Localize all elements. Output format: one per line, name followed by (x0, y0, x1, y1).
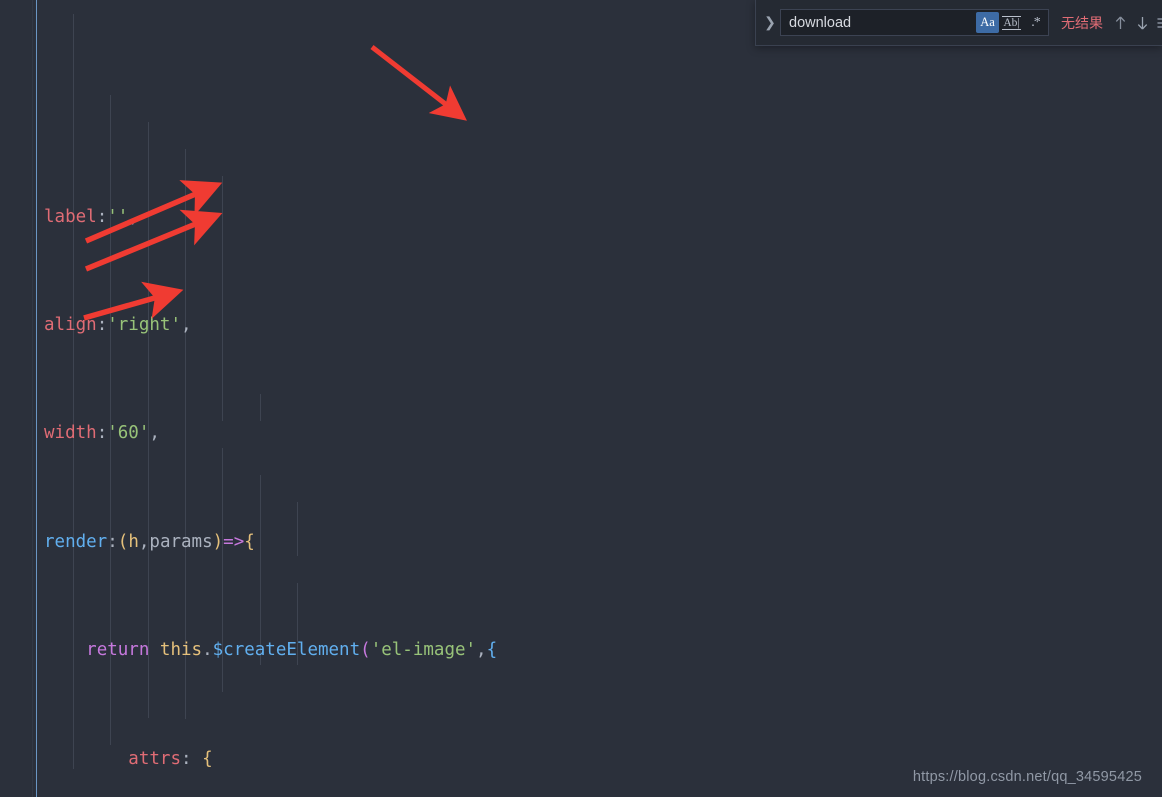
code-line[interactable]: width:'60', (0, 420, 1162, 447)
arrow-down-icon (1137, 16, 1147, 29)
watermark-url: https://blog.csdn.net/qq_34595425 (912, 769, 1142, 785)
find-status-text: 无结果 (1061, 15, 1103, 32)
code-line[interactable]: return this.$createElement('el-image',{ (0, 637, 1162, 664)
match-case-toggle[interactable]: Aa (976, 12, 999, 33)
chevron-right-icon[interactable]: ❯ (760, 0, 780, 45)
code-editor[interactable]: prop:'}' label:'', align:'right', width:… (0, 0, 1162, 797)
use-regex-toggle[interactable]: .* (1024, 12, 1047, 33)
arrow-up-icon (1115, 16, 1125, 29)
lines-icon (1157, 17, 1162, 28)
find-input-wrapper[interactable]: Aa Ab| .* (780, 9, 1049, 36)
code-line[interactable]: align:'right', (0, 312, 1162, 339)
match-case-label: Aa (980, 15, 995, 29)
find-in-selection-button[interactable] (1153, 12, 1162, 34)
code-line[interactable]: prop:'}' (0, 108, 1162, 122)
code-line[interactable]: label:'', (0, 204, 1162, 231)
next-match-button[interactable] (1131, 12, 1153, 34)
previous-match-button[interactable] (1109, 12, 1131, 34)
match-whole-word-label: Ab| (1002, 15, 1021, 30)
code-line[interactable]: render:(h,params)=>{ (0, 529, 1162, 556)
match-whole-word-toggle[interactable]: Ab| (1000, 12, 1023, 33)
code-content[interactable]: prop:'}' label:'', align:'right', width:… (0, 0, 1162, 797)
use-regex-label: .* (1031, 14, 1040, 30)
find-input[interactable] (789, 10, 976, 35)
find-widget[interactable]: ❯ Aa Ab| .* 无结果 (755, 0, 1162, 46)
